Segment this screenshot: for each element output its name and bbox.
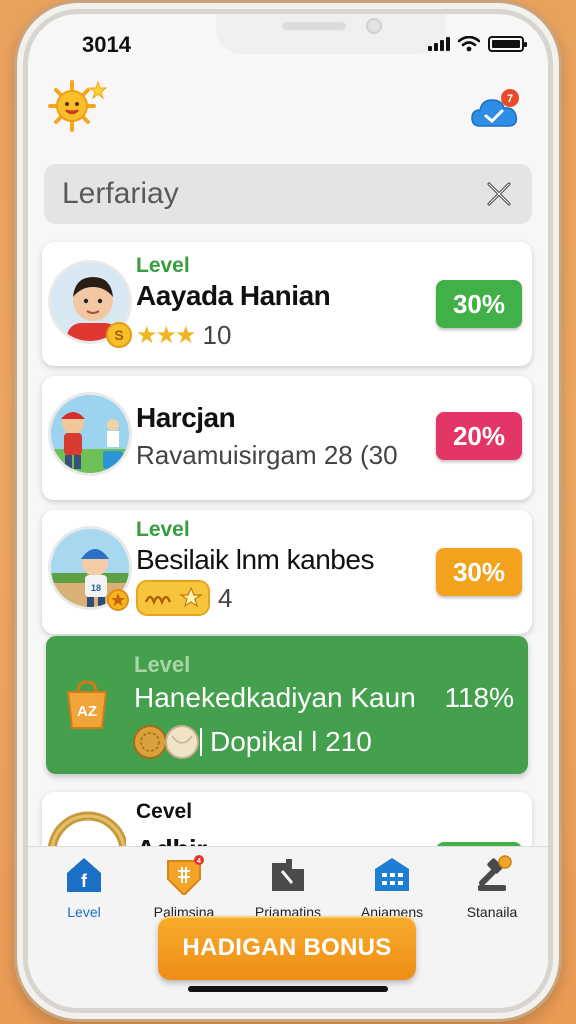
player-name: Harcjan bbox=[136, 402, 236, 433]
tab-label: Stanaila bbox=[466, 904, 518, 920]
star-rating-icon: ★★★ bbox=[136, 322, 197, 349]
building-icon bbox=[375, 858, 409, 891]
percent-button[interactable]: 30% bbox=[436, 280, 522, 328]
percent-value: 118% bbox=[444, 682, 514, 713]
player-name: Aayada Hanian bbox=[136, 280, 331, 311]
detail-text: Dopikal l 210 bbox=[210, 726, 372, 757]
list-item[interactable]: Harcjan Ravamuisirgam 28 (30 20% bbox=[42, 376, 532, 500]
list-item[interactable]: S Level Aayada Hanian ★★★ 10 30% bbox=[42, 242, 532, 366]
notch bbox=[216, 14, 446, 54]
coins-icon bbox=[133, 725, 202, 759]
tab-priamatins[interactable]: Priamatins bbox=[236, 855, 340, 920]
close-icon[interactable] bbox=[484, 179, 514, 209]
notification-count: 7 bbox=[507, 93, 513, 105]
player-subtitle: Ravamuisirgam 28 (30 bbox=[136, 440, 398, 470]
level-label: Level bbox=[136, 518, 190, 541]
speaker-grill bbox=[282, 22, 346, 30]
status-icons bbox=[428, 36, 527, 52]
app-screen: 3014 7 Lerfariay S Level Aayada Hanian ★… bbox=[28, 14, 548, 1008]
shield-icon: 4 bbox=[167, 855, 204, 897]
count-value: 4 bbox=[218, 582, 233, 613]
rating-row: ★★★ 10 bbox=[136, 320, 231, 351]
status-time: 3014 bbox=[82, 32, 131, 57]
featured-list-item[interactable]: AZ Level Hanekedkadiyan Kaun 118% Dopika… bbox=[46, 636, 528, 774]
avatar bbox=[48, 392, 132, 476]
svg-text:f: f bbox=[81, 871, 88, 891]
tab-palimsina[interactable]: 4 Palimsina bbox=[132, 855, 236, 920]
player-name: Hanekedkadiyan Kaun bbox=[134, 682, 416, 713]
svg-text:4: 4 bbox=[197, 858, 201, 865]
coin-badge-icon bbox=[107, 589, 129, 611]
tab-aniamens[interactable]: Aniamens bbox=[340, 855, 444, 920]
home-indicator[interactable] bbox=[188, 986, 388, 992]
medal-badge-icon bbox=[136, 580, 210, 616]
level-label: Level bbox=[136, 254, 190, 277]
search-input[interactable]: Lerfariay bbox=[62, 177, 484, 211]
sun-mascot-icon[interactable] bbox=[46, 78, 108, 134]
svg-text:18: 18 bbox=[91, 583, 101, 593]
level-label: Level bbox=[134, 652, 191, 677]
bag-label: AZ bbox=[77, 703, 97, 720]
tab-stanaila[interactable]: Stanaila bbox=[440, 855, 544, 920]
level-label: Cevel bbox=[136, 800, 193, 823]
battery-icon bbox=[488, 36, 527, 52]
front-camera bbox=[366, 18, 382, 34]
hammer-icon bbox=[478, 855, 512, 891]
percent-button[interactable]: 20% bbox=[436, 412, 522, 460]
tab-label: Level bbox=[67, 904, 101, 920]
wifi-icon bbox=[458, 36, 480, 52]
tab-level[interactable]: f Level bbox=[32, 855, 136, 920]
shopping-bag-icon: AZ bbox=[66, 680, 108, 729]
player-name: Besilaik lnm kanbes bbox=[136, 544, 374, 575]
detail-row: Dopikal l 210 bbox=[132, 724, 372, 760]
cloud-notification-icon[interactable]: 7 bbox=[470, 88, 522, 132]
percent-button[interactable]: 30% bbox=[436, 548, 522, 596]
search-bar[interactable]: Lerfariay bbox=[44, 164, 532, 224]
signal-icon bbox=[428, 37, 450, 51]
bonus-button[interactable]: HADIGAN BONUS bbox=[158, 916, 416, 980]
coin-badge-icon: S bbox=[106, 322, 132, 348]
rating-row: 4 bbox=[136, 580, 232, 616]
svg-text:S: S bbox=[114, 327, 123, 343]
score-value: 10 bbox=[202, 320, 232, 350]
home-icon: f bbox=[67, 858, 101, 892]
shop-icon bbox=[272, 859, 304, 891]
list-item[interactable]: 18 Level Besilaik lnm kanbes 4 30% bbox=[42, 510, 532, 634]
